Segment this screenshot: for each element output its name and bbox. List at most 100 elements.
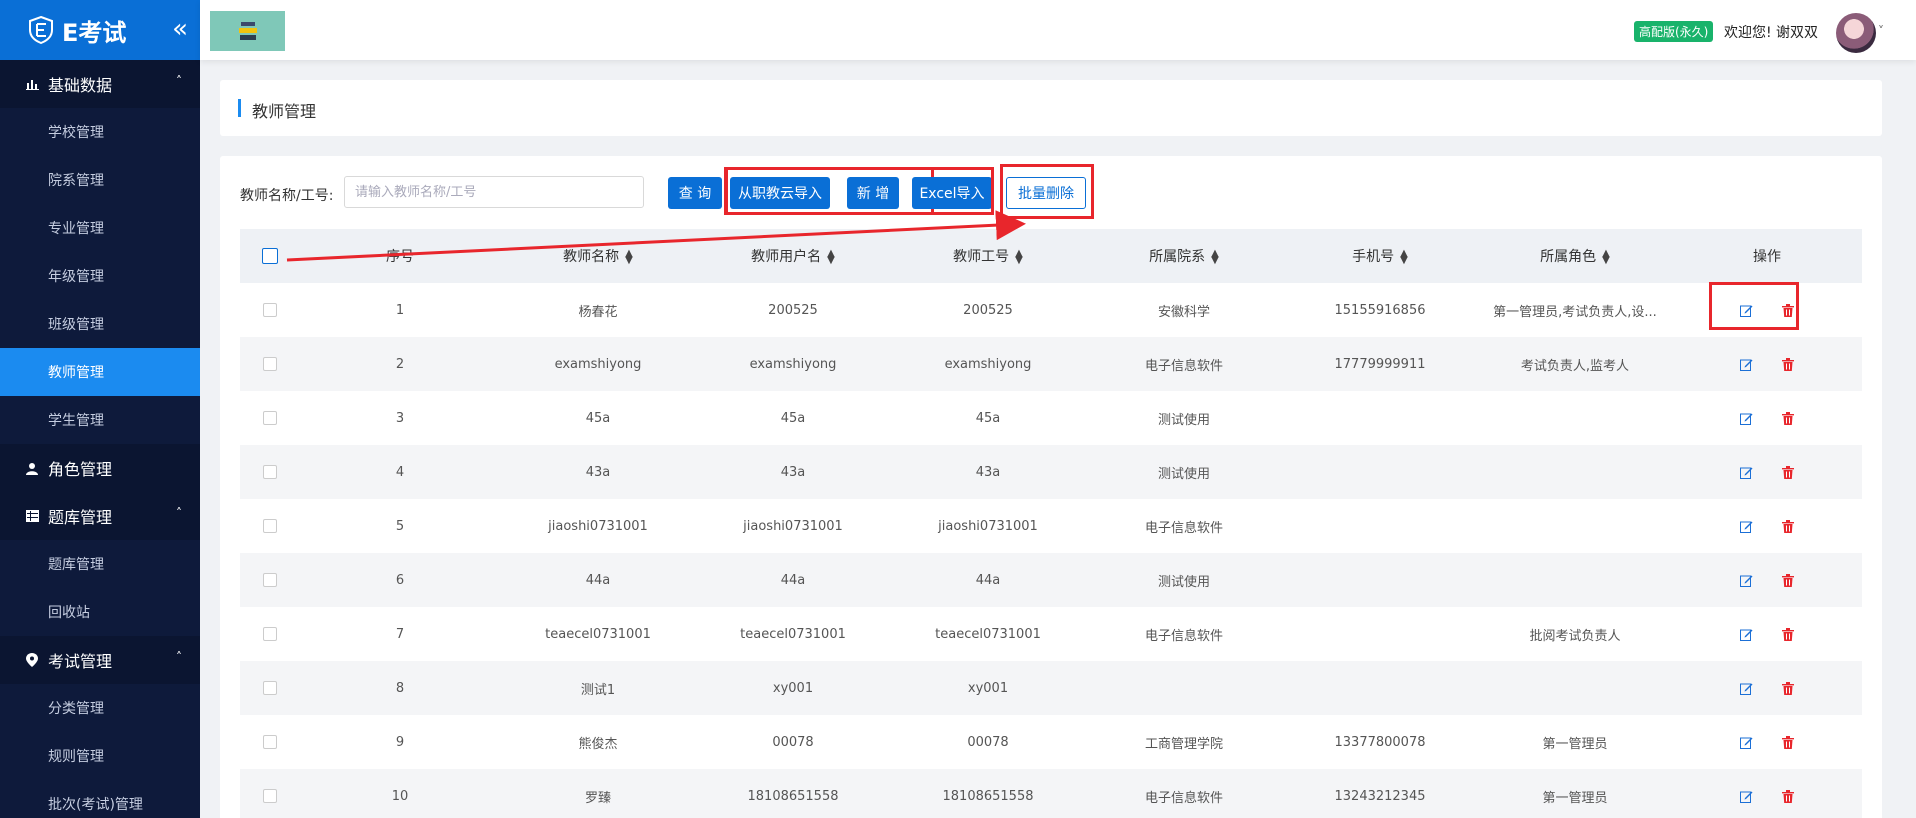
row-checkbox[interactable]	[263, 357, 277, 371]
bar-chart-icon	[24, 76, 40, 92]
column-header-department[interactable]: 所属院系 ▲ ▼	[1086, 246, 1282, 266]
table-row: 3 45a 45a 45a 测试使用	[240, 391, 1862, 445]
cell-teacher-name: 测试1	[580, 682, 616, 698]
edit-icon[interactable]	[1738, 788, 1754, 804]
version-badge: 高配版(永久)	[1634, 21, 1714, 42]
welcome-text: 欢迎您! 谢双双	[1724, 25, 1819, 41]
column-header-employee-id[interactable]: 教师工号 ▲ ▼	[890, 246, 1086, 266]
column-header-label: 教师用户名	[751, 249, 822, 265]
sidebar-item-major[interactable]: 专业管理	[0, 204, 200, 252]
cell-index: 5	[395, 518, 405, 534]
sidebar-item-teacher[interactable]: 教师管理	[0, 348, 200, 396]
row-checkbox-cell[interactable]	[240, 573, 300, 587]
row-checkbox[interactable]	[263, 465, 277, 479]
column-header-role[interactable]: 所属角色 ▲ ▼	[1478, 246, 1672, 266]
filter-label: 教师名称/工号:	[240, 188, 334, 204]
row-checkbox-cell[interactable]	[240, 357, 300, 371]
sort-icon[interactable]: ▲ ▼	[827, 249, 835, 266]
row-checkbox[interactable]	[263, 789, 277, 803]
row-checkbox[interactable]	[263, 411, 277, 425]
cell-index: 10	[391, 788, 409, 804]
sidebar-item-batch[interactable]: 批次(考试)管理	[0, 780, 200, 818]
sidebar-group-basic-data[interactable]: 基础数据 ˄	[0, 60, 200, 108]
row-checkbox[interactable]	[263, 573, 277, 587]
delete-icon[interactable]	[1780, 572, 1796, 588]
cell-phone: 13243212345	[1334, 788, 1426, 804]
sidebar-item-rules[interactable]: 规则管理	[0, 732, 200, 780]
edit-icon[interactable]	[1738, 680, 1754, 696]
delete-icon[interactable]	[1780, 680, 1796, 696]
cell-employee-id: teaecel0731001	[935, 626, 1041, 642]
cell-department: 电子信息软件	[1144, 358, 1223, 374]
row-checkbox[interactable]	[263, 627, 277, 641]
sidebar-group-role[interactable]: 角色管理	[0, 444, 200, 492]
sort-icon[interactable]: ▲ ▼	[1602, 249, 1610, 266]
row-checkbox[interactable]	[263, 735, 277, 749]
cell-employee-id: 18108651558	[942, 788, 1034, 804]
cell-username: 18108651558	[747, 788, 839, 804]
edit-icon[interactable]	[1738, 734, 1754, 750]
row-checkbox-cell[interactable]	[240, 519, 300, 533]
batch-delete-button[interactable]: 批量删除	[1006, 177, 1086, 209]
delete-icon[interactable]	[1780, 788, 1796, 804]
delete-icon[interactable]	[1780, 410, 1796, 426]
select-all-checkbox[interactable]	[262, 248, 278, 264]
sidebar-group-exam[interactable]: 考试管理 ˄	[0, 636, 200, 684]
sidebar-item-department[interactable]: 院系管理	[0, 156, 200, 204]
row-actions	[1672, 518, 1862, 534]
column-header-username[interactable]: 教师用户名 ▲ ▼	[696, 246, 890, 266]
row-checkbox-cell[interactable]	[240, 735, 300, 749]
sort-icon[interactable]: ▲ ▼	[625, 249, 633, 266]
teacher-search-input[interactable]	[344, 176, 644, 208]
sidebar-item-recycle-bin[interactable]: 回收站	[0, 588, 200, 636]
row-checkbox-cell[interactable]	[240, 681, 300, 695]
select-all-checkbox-cell[interactable]	[240, 248, 300, 264]
collapse-sidebar-icon[interactable]: «	[172, 14, 188, 44]
row-checkbox-cell[interactable]	[240, 789, 300, 803]
column-header-phone[interactable]: 手机号 ▲ ▼	[1282, 246, 1478, 266]
sidebar-item-school[interactable]: 学校管理	[0, 108, 200, 156]
cell-username: examshiyong	[749, 356, 837, 372]
row-checkbox-cell[interactable]	[240, 303, 300, 317]
avatar[interactable]	[1836, 13, 1876, 53]
sidebar-item-student[interactable]: 学生管理	[0, 396, 200, 444]
edit-icon[interactable]	[1738, 356, 1754, 372]
query-button[interactable]: 查 询	[668, 177, 722, 209]
row-checkbox-cell[interactable]	[240, 627, 300, 641]
chevron-down-icon[interactable]: ˅	[1878, 24, 1884, 38]
row-checkbox[interactable]	[263, 681, 277, 695]
delete-icon[interactable]	[1780, 356, 1796, 372]
cell-department: 测试使用	[1157, 574, 1210, 590]
column-header-label: 教师名称	[563, 249, 620, 265]
delete-icon[interactable]	[1780, 464, 1796, 480]
highlight-box-row-actions	[1709, 282, 1799, 330]
sidebar-group-question-bank[interactable]: 题库管理 ˄	[0, 492, 200, 540]
table-row: 7 teaecel0731001 teaecel0731001 teaecel0731…	[240, 607, 1862, 661]
chevron-up-icon: ˄	[176, 506, 182, 520]
delete-icon[interactable]	[1780, 626, 1796, 642]
row-checkbox-cell[interactable]	[240, 465, 300, 479]
cell-username: 45a	[780, 410, 806, 426]
row-checkbox[interactable]	[263, 303, 277, 317]
edit-icon[interactable]	[1738, 518, 1754, 534]
edit-icon[interactable]	[1738, 464, 1754, 480]
sort-icon[interactable]: ▲ ▼	[1400, 249, 1408, 266]
edit-icon[interactable]	[1738, 410, 1754, 426]
delete-icon[interactable]	[1780, 734, 1796, 750]
cell-role: 第一管理员	[1542, 790, 1608, 806]
sidebar-item-grade[interactable]: 年级管理	[0, 252, 200, 300]
sort-icon[interactable]: ▲ ▼	[1211, 249, 1219, 266]
cell-department: 电子信息软件	[1144, 628, 1223, 644]
edit-icon[interactable]	[1738, 572, 1754, 588]
sidebar-item-class[interactable]: 班级管理	[0, 300, 200, 348]
sort-icon[interactable]: ▲ ▼	[1015, 249, 1023, 266]
sidebar-item-question-bank[interactable]: 题库管理	[0, 540, 200, 588]
row-actions	[1672, 626, 1862, 642]
sidebar-item-category[interactable]: 分类管理	[0, 684, 200, 732]
row-checkbox-cell[interactable]	[240, 411, 300, 425]
row-checkbox[interactable]	[263, 519, 277, 533]
delete-icon[interactable]	[1780, 518, 1796, 534]
edit-icon[interactable]	[1738, 626, 1754, 642]
column-header-name[interactable]: 教师名称 ▲ ▼	[500, 246, 696, 266]
cell-employee-id: 45a	[975, 410, 1001, 426]
